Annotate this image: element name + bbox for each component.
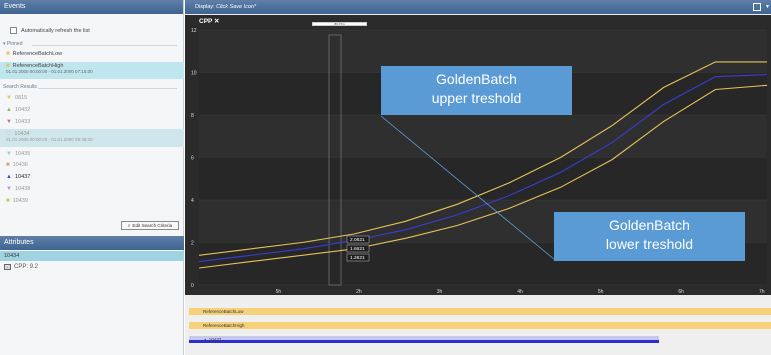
triangle-down-icon: ▼: [6, 151, 12, 157]
upper-threshold-callout: GoldenBatch upper treshold: [381, 66, 572, 115]
x-tick-label: 4h: [517, 289, 523, 295]
x-tick-label: 5h: [598, 289, 604, 295]
auto-refresh-checkbox[interactable]: [10, 27, 17, 34]
y-tick-label: 10: [191, 71, 197, 77]
search-divider: [38, 88, 177, 89]
y-tick-label: 8: [191, 113, 194, 119]
result-item[interactable]: ■ 10436: [6, 162, 28, 168]
timeline-bar-low[interactable]: ReferenceBatchLow: [189, 308, 771, 315]
cursor-time-label: 8h 07m: [312, 22, 367, 26]
attribute-item[interactable]: + CPP: 9.2: [4, 264, 38, 270]
expand-icon[interactable]: +: [4, 264, 11, 270]
triangle-up-icon: ▲: [6, 174, 12, 180]
result-item[interactable]: ▼ 10435: [6, 151, 30, 157]
lower-threshold-callout: GoldenBatch lower treshold: [554, 212, 745, 261]
chart-title: CPP ✕: [199, 18, 220, 25]
y-tick-label: 0: [191, 283, 194, 289]
cursor-value-label: 2.0621: [350, 237, 365, 243]
result-item[interactable]: ▼ 10438: [6, 186, 30, 192]
heart-icon: ♡: [6, 131, 12, 137]
auto-refresh-label: Automatically refresh the list: [21, 27, 90, 34]
result-item[interactable]: ▼ 0815: [6, 95, 27, 101]
timeline-bar-10437[interactable]: ▲ 10437: [189, 336, 659, 343]
result-item[interactable]: ▼ 10433: [6, 119, 30, 125]
x-tick-label: 5h: [276, 289, 282, 295]
display-toolbar: Display: Click Save Icon* ▾: [185, 0, 771, 14]
triangle-up-icon: ▲: [6, 107, 12, 113]
triangle-down-icon: ▼: [6, 186, 12, 192]
pinned-item-high[interactable]: ■ ReferenceBatchHigh 01.01.2000 00:00:00…: [6, 63, 93, 74]
y-tick-label: 6: [191, 156, 194, 162]
search-icon: ⌕: [127, 223, 131, 228]
triangle-down-icon: ▼: [6, 95, 12, 101]
search-section-label: Search Results: [3, 84, 37, 90]
x-tick-label: 2h: [356, 289, 362, 295]
x-tick-label: 3h: [437, 289, 443, 295]
y-tick-label: 4: [191, 198, 194, 204]
attributes-header: Attributes: [0, 236, 184, 250]
pinned-divider: [32, 45, 177, 46]
square-icon: ■: [6, 162, 10, 168]
result-item[interactable]: ▲ 10437: [6, 174, 30, 180]
x-tick-label: 7h: [759, 289, 765, 295]
cursor-value-label: 1.6621: [350, 246, 365, 252]
triangle-down-icon: ▼: [6, 119, 12, 125]
chart-band: [199, 115, 767, 158]
events-header: Events: [0, 0, 183, 14]
y-tick-label: 2: [191, 241, 194, 247]
result-item-selected[interactable]: ♡ 10434 01.01.2000 00:00:00 - 01.01.2000…: [6, 130, 93, 143]
save-icon[interactable]: [753, 3, 761, 11]
square-icon: ■: [6, 198, 10, 204]
cursor-value-label: 1.2621: [350, 255, 365, 261]
pinned-section-label: ▾ Pinned: [3, 41, 23, 47]
pinned-item-low[interactable]: ■ ReferenceBatchLow: [6, 51, 62, 57]
result-item[interactable]: ▲ 10432: [6, 107, 30, 113]
display-panel: Display: Click Save Icon* ▾ 0 2 4 6 8 10 12 5h 2…: [185, 0, 771, 355]
chevron-down-icon[interactable]: ▾: [766, 3, 769, 11]
attributes-selected-row[interactable]: 10434: [0, 251, 184, 261]
triangle-up-icon: ▲: [203, 337, 208, 342]
batch-icon: ■: [6, 51, 10, 57]
timeline-bar-high[interactable]: ReferenceBatchHigh: [189, 322, 771, 329]
edit-search-criteria-button[interactable]: ⌕ Edit Search Criteria: [121, 221, 179, 230]
event-timeline: ReferenceBatchLow ReferenceBatchHigh ▲ 1…: [185, 300, 771, 355]
events-panel: Events Automatically refresh the list ▾ …: [0, 0, 184, 355]
result-item[interactable]: ■ 10439: [6, 198, 28, 204]
y-tick-label: 12: [191, 28, 197, 34]
auto-refresh-row[interactable]: Automatically refresh the list: [10, 27, 90, 34]
x-tick-label: 6h: [678, 289, 684, 295]
